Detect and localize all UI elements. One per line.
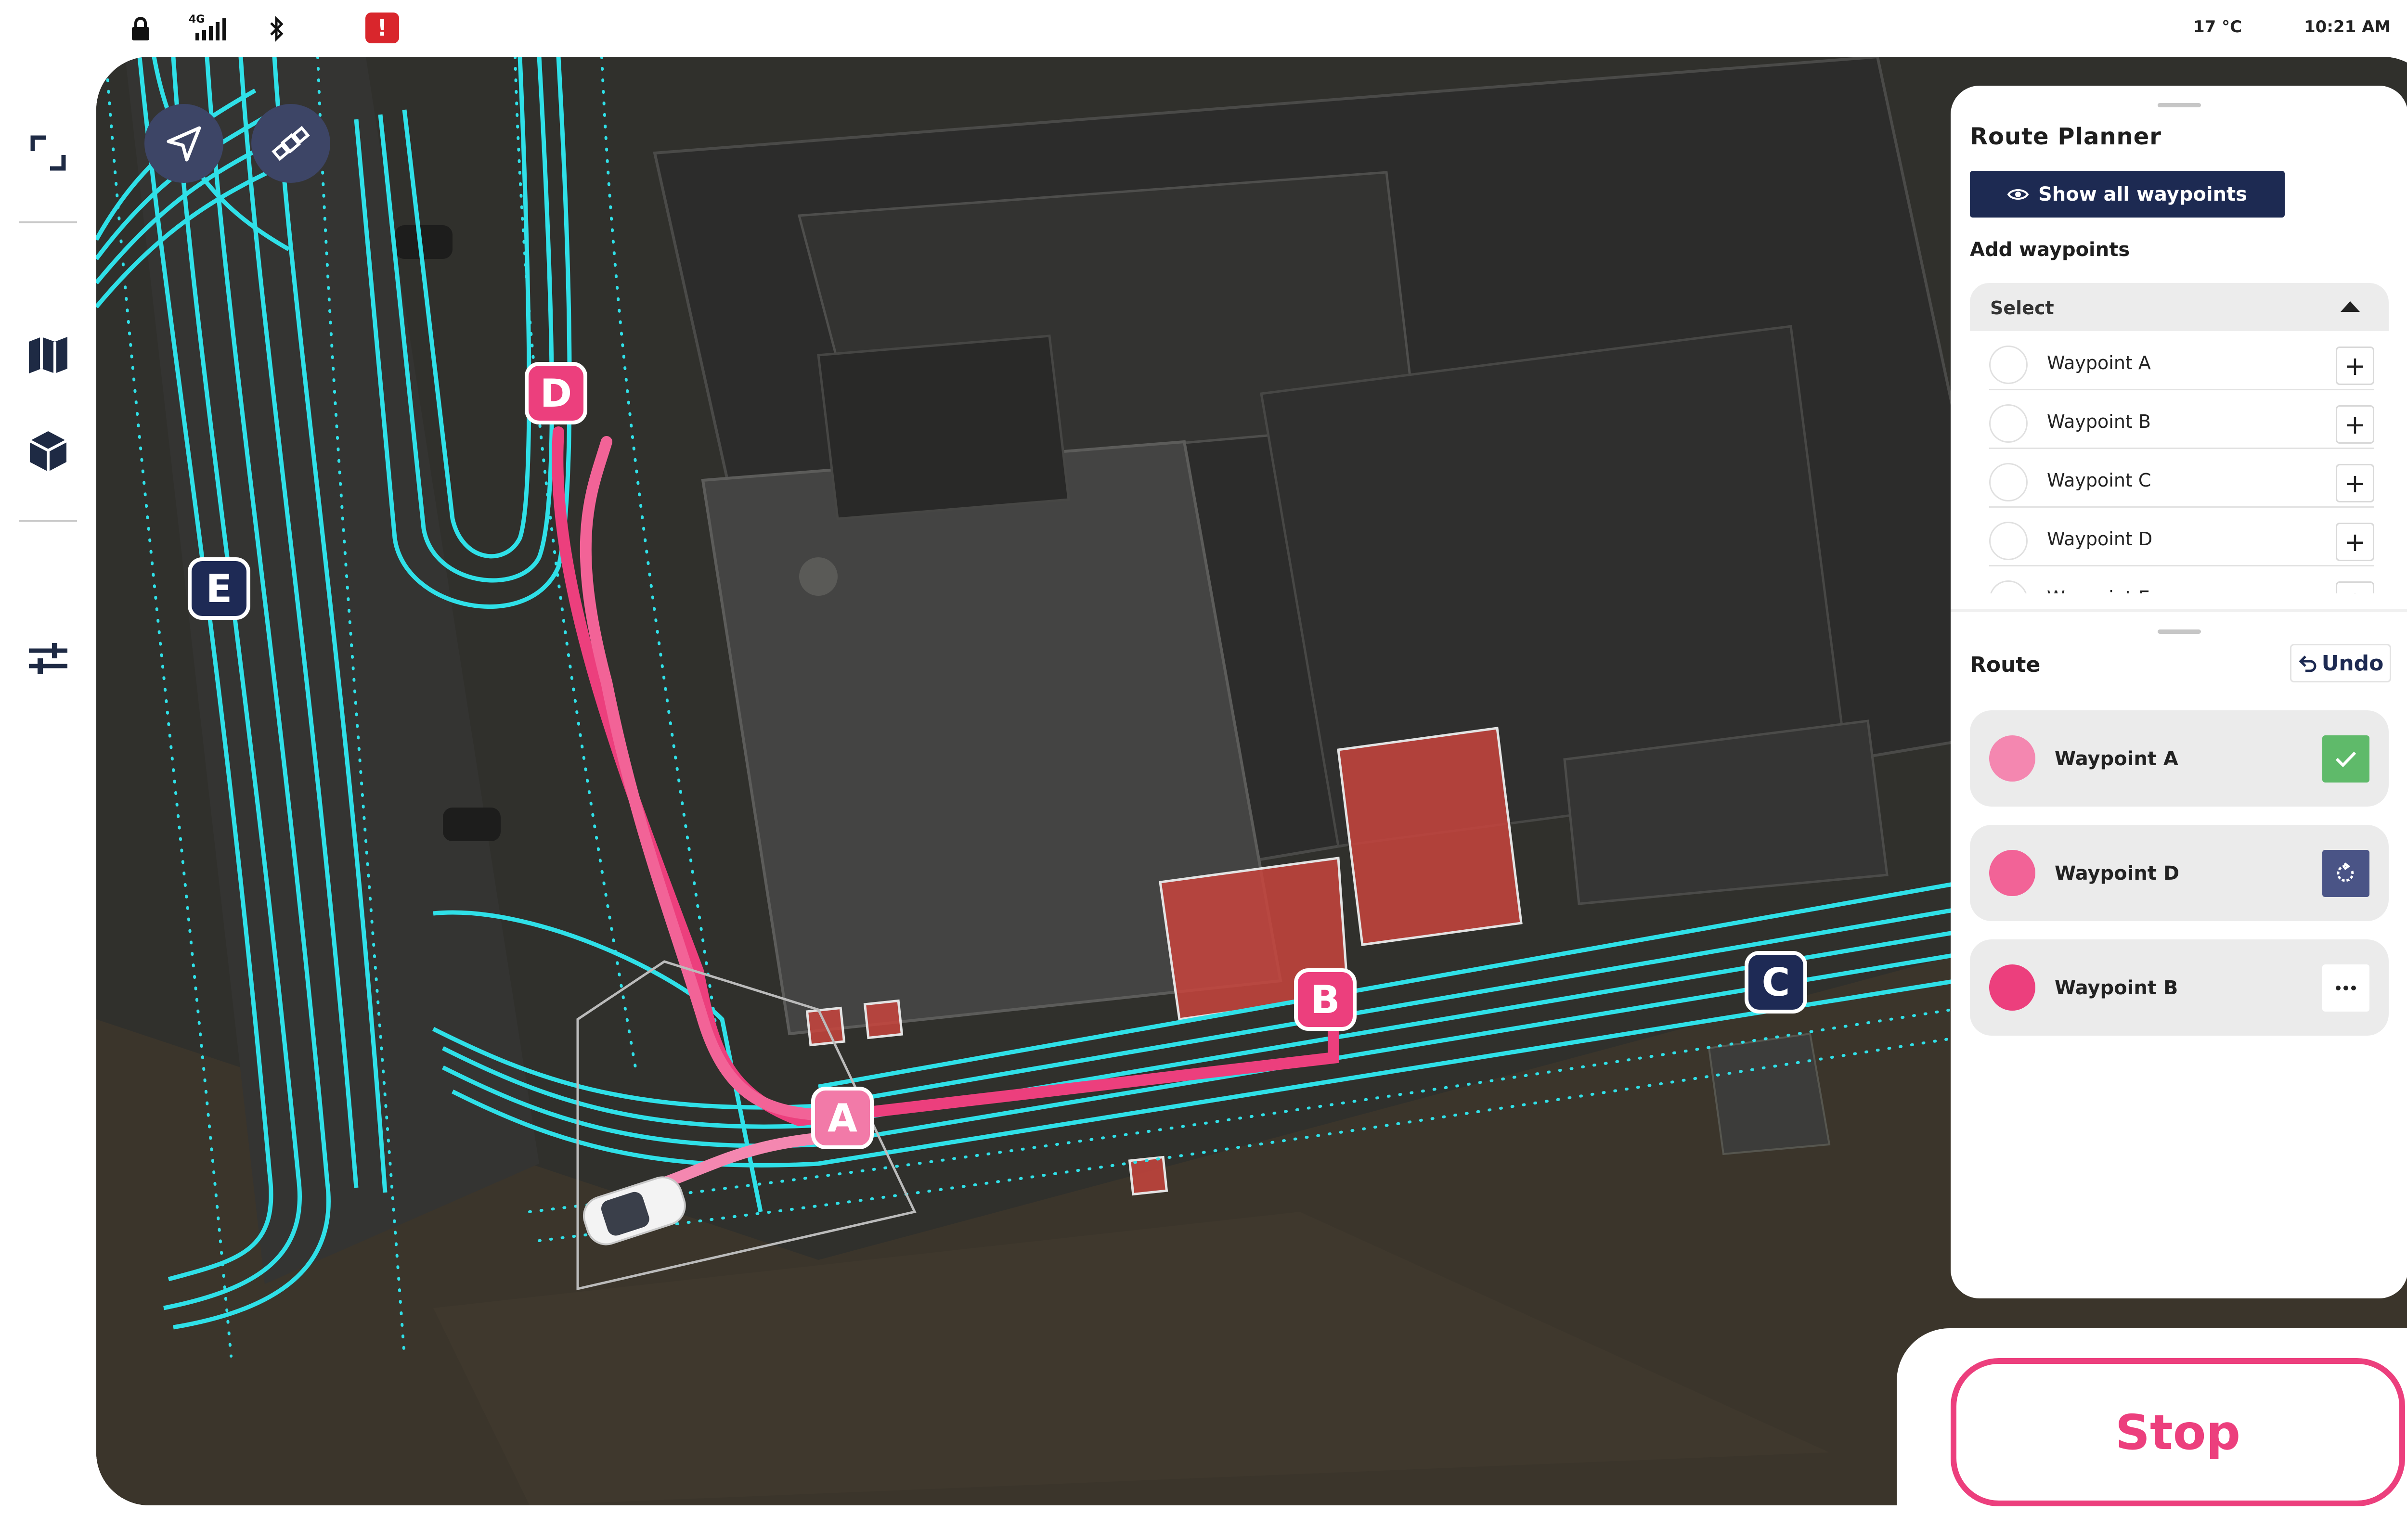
stop-button[interactable]: Stop <box>1951 1358 2405 1506</box>
add-waypoint-button[interactable]: + <box>2336 523 2374 561</box>
radio[interactable] <box>1989 346 2028 384</box>
sidebar-divider <box>19 520 77 522</box>
route-step[interactable]: Waypoint B <box>1970 939 2389 1036</box>
navigation-arrow-icon <box>167 126 201 162</box>
alert-symbol: ! <box>365 13 399 43</box>
recenter-button[interactable] <box>144 104 223 183</box>
undo-label: Undo <box>2321 651 2384 676</box>
route-heading: Route <box>1970 653 2041 677</box>
waypoint-color-dot <box>1989 964 2035 1011</box>
waypoint-color-dot <box>1989 850 2035 896</box>
undo-button[interactable]: Undo <box>2290 644 2391 682</box>
marker-c[interactable]: C <box>1745 951 1807 1014</box>
add-waypoint-button[interactable]: + <box>2336 464 2374 502</box>
sliders-icon[interactable] <box>24 634 72 682</box>
route-step-label: Waypoint B <box>2055 977 2178 999</box>
section-divider <box>1951 609 2407 612</box>
waypoint-select[interactable]: Select <box>1970 283 2389 331</box>
add-waypoints-heading: Add waypoints <box>1970 239 2130 261</box>
select-label: Select <box>1990 297 2054 319</box>
panel-grabber[interactable] <box>2158 629 2201 634</box>
temperature: 17 °C <box>2193 17 2242 37</box>
caret-up-icon <box>2341 301 2360 312</box>
marker-a[interactable]: A <box>811 1087 874 1149</box>
radio[interactable] <box>1989 463 2028 501</box>
waypoint-label: Waypoint A <box>2047 352 2151 373</box>
route-planner-panel: Route Planner Show all waypoints Add way… <box>1951 86 2407 1298</box>
route-step-label: Waypoint D <box>2055 862 2180 885</box>
route-step-label: Waypoint A <box>2055 748 2178 770</box>
sidebar-divider <box>19 221 77 223</box>
satellite-view-button[interactable] <box>251 104 330 183</box>
add-waypoint-button[interactable]: + <box>2336 405 2374 444</box>
waypoint-label: Waypoint E <box>2047 587 2150 593</box>
route-step[interactable]: Waypoint D <box>1970 825 2389 921</box>
list-item[interactable]: Waypoint D + <box>1989 507 2374 566</box>
add-waypoint-button[interactable]: + <box>2336 581 2374 593</box>
sidebar <box>0 57 96 1540</box>
check-icon[interactable] <box>2322 735 2369 783</box>
satellite-icon <box>272 126 310 161</box>
bluetooth-icon <box>265 14 289 43</box>
clock: 10:21 AM <box>2304 17 2391 37</box>
list-item[interactable]: Waypoint E + <box>1989 566 2374 593</box>
add-waypoint-button[interactable]: + <box>2336 346 2374 385</box>
panel-title: Route Planner <box>1970 123 2161 150</box>
marker-e[interactable]: E <box>188 557 250 620</box>
status-bar: 4G ! 17 °C 10:21 AM <box>0 0 2407 57</box>
waypoint-color-dot <box>1989 735 2035 782</box>
show-all-label: Show all waypoints <box>2038 183 2247 205</box>
waypoint-label: Waypoint D <box>2047 528 2153 550</box>
map-icon[interactable] <box>24 331 72 379</box>
refresh-icon[interactable] <box>2322 850 2369 897</box>
waypoint-options: Waypoint A + Waypoint B + Waypoint C + W… <box>1970 331 2389 593</box>
waypoint-label: Waypoint C <box>2047 470 2151 491</box>
list-item[interactable]: Waypoint A + <box>1989 331 2374 390</box>
marker-b[interactable]: B <box>1294 968 1357 1031</box>
cube-icon[interactable] <box>24 427 72 475</box>
show-all-waypoints-button[interactable]: Show all waypoints <box>1970 171 2285 218</box>
signal-icon: 4G <box>188 13 231 43</box>
marker-d[interactable]: D <box>525 362 587 424</box>
list-item[interactable]: Waypoint C + <box>1989 449 2374 508</box>
panel-grabber[interactable] <box>2158 103 2201 107</box>
radio[interactable] <box>1989 404 2028 443</box>
alert-icon[interactable]: ! <box>365 13 400 43</box>
radio[interactable] <box>1989 580 2028 593</box>
network-label: 4G <box>189 13 205 26</box>
fullscreen-icon[interactable] <box>24 129 72 177</box>
more-icon[interactable] <box>2322 964 2369 1012</box>
list-item[interactable]: Waypoint B + <box>1989 390 2374 449</box>
route-step[interactable]: Waypoint A <box>1970 710 2389 807</box>
eye-icon <box>2007 189 2029 200</box>
radio[interactable] <box>1989 522 2028 560</box>
waypoint-label: Waypoint B <box>2047 411 2151 432</box>
lock-icon <box>126 14 155 43</box>
undo-icon <box>2299 655 2316 672</box>
